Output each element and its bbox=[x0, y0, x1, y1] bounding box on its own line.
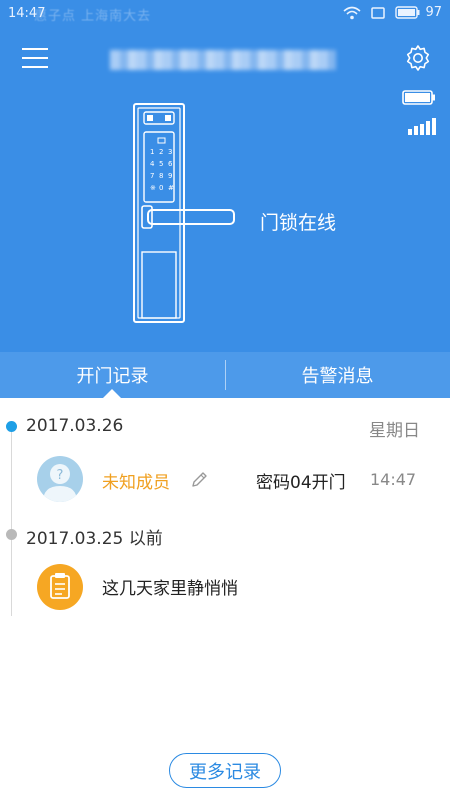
timeline-line bbox=[11, 426, 12, 616]
signal-strength-icon bbox=[408, 118, 436, 135]
active-tab-indicator bbox=[103, 389, 121, 398]
lock-battery-icon bbox=[402, 90, 435, 105]
status-bar: 14:47 惠子点 上海南大去 97 bbox=[0, 0, 450, 30]
lock-status-text: 门锁在线 bbox=[260, 212, 337, 234]
svg-text:?: ? bbox=[57, 468, 64, 483]
tab-alarm-messages-label: 告警消息 bbox=[301, 366, 374, 387]
keypad-key: 5 bbox=[159, 160, 163, 168]
door-lock-illustration: 1 2 3 4 5 6 7 8 9 ※ 0 # bbox=[133, 103, 235, 323]
unknown-user-icon: ? bbox=[43, 464, 77, 502]
keypad-key: ※ bbox=[150, 184, 156, 192]
keypad-key: 6 bbox=[168, 160, 173, 168]
tab-unlock-records-label: 开门记录 bbox=[76, 366, 149, 387]
unlock-event-text: 密码04开门 bbox=[256, 473, 346, 493]
keypad-key: 3 bbox=[168, 148, 172, 156]
device-title-text bbox=[110, 50, 336, 70]
keypad-key: 4 bbox=[150, 160, 155, 168]
sim-card-icon bbox=[371, 6, 386, 19]
quiet-message: 这几天家里静悄悄 bbox=[102, 579, 238, 599]
timeline-dot-today bbox=[6, 421, 17, 432]
keypad-key: 7 bbox=[150, 172, 154, 180]
more-records-button[interactable]: 更多记录 bbox=[169, 753, 281, 788]
status-battery: 97 bbox=[395, 5, 442, 20]
member-name[interactable]: 未知成员 bbox=[102, 468, 170, 493]
edit-pencil-icon[interactable] bbox=[189, 470, 209, 490]
keypad: 1 2 3 4 5 6 7 8 9 ※ 0 # bbox=[150, 148, 174, 192]
avatar: ? bbox=[37, 456, 83, 502]
keypad-key: 8 bbox=[159, 172, 163, 180]
record-tabs: 开门记录 告警消息 bbox=[0, 352, 450, 398]
status-icons: 97 bbox=[343, 5, 442, 20]
keypad-key: 2 bbox=[159, 148, 163, 156]
timeline-dot-earlier bbox=[6, 529, 17, 540]
clipboard-badge bbox=[37, 564, 83, 610]
keypad-key: 0 bbox=[159, 184, 163, 192]
gear-icon[interactable] bbox=[404, 44, 432, 72]
timeline-weekday: 星期日 bbox=[369, 421, 420, 441]
wifi-icon bbox=[343, 6, 361, 19]
keypad-key: 9 bbox=[168, 172, 172, 180]
timeline-earlier-date: 2017.03.25 以前 bbox=[26, 529, 163, 549]
unlock-event-time: 14:47 bbox=[370, 470, 417, 489]
clipboard-icon bbox=[50, 573, 70, 599]
battery-status-icon bbox=[395, 6, 420, 19]
tab-alarm-messages[interactable]: 告警消息 bbox=[225, 352, 450, 398]
hero-panel: 14:47 惠子点 上海南大去 97 1 2 3 4 5 6 7 8 9 ※ 0… bbox=[0, 0, 450, 352]
menu-icon[interactable] bbox=[22, 46, 48, 70]
device-title bbox=[110, 50, 336, 70]
timeline-date: 2017.03.26 bbox=[26, 416, 124, 436]
keypad-key: 1 bbox=[150, 148, 154, 156]
status-notification: 惠子点 上海南大去 bbox=[34, 9, 152, 24]
battery-percent: 97 bbox=[425, 5, 442, 20]
keypad-key: # bbox=[168, 184, 174, 192]
